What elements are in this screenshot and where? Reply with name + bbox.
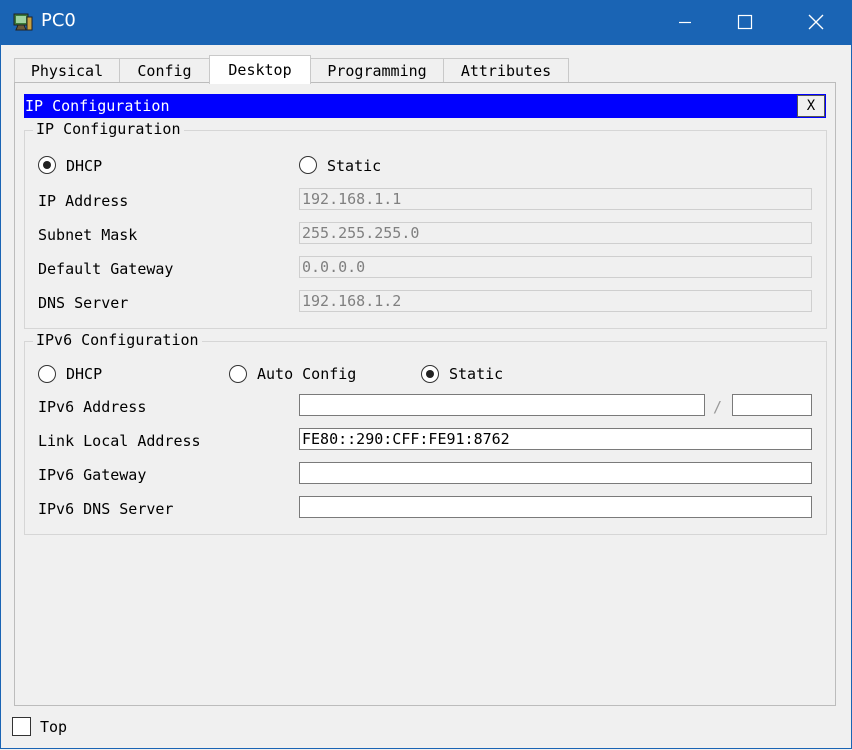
radio-selected-dot [43, 161, 51, 169]
packet-tracer-pc-icon [13, 13, 33, 31]
minimize-button[interactable] [662, 0, 708, 45]
default-gateway-field[interactable]: 0.0.0.0 [299, 256, 812, 278]
prefix-separator: / [713, 398, 723, 416]
tab-attributes[interactable]: Attributes [443, 58, 569, 83]
tab-physical[interactable]: Physical [14, 58, 120, 83]
dns-server-label: DNS Server [38, 294, 129, 312]
title-bar[interactable]: PC0 [0, 0, 852, 45]
ipv6-dns-server-field[interactable] [299, 496, 812, 518]
link-local-address-label: Link Local Address [38, 432, 201, 450]
ipv6-gateway-field[interactable] [299, 462, 812, 484]
panel-close-button[interactable]: X [797, 95, 825, 117]
default-gateway-label: Default Gateway [38, 260, 174, 278]
ipv6-dns-server-label: IPv6 DNS Server [38, 500, 174, 518]
maximize-button[interactable] [722, 0, 768, 45]
close-button[interactable] [793, 0, 839, 45]
tab-config[interactable]: Config [119, 58, 210, 83]
subnet-mask-label: Subnet Mask [38, 226, 138, 244]
subnet-mask-field[interactable]: 255.255.255.0 [299, 222, 812, 244]
ipv6-address-label: IPv6 Address [38, 398, 147, 416]
ipv6-static-radio[interactable] [421, 365, 439, 383]
link-local-address-field[interactable]: FE80::290:CFF:FE91:8762 [299, 428, 812, 450]
panel-title: IP Configuration [25, 97, 170, 115]
maximize-icon [737, 14, 753, 30]
top-checkbox-label[interactable]: Top [40, 718, 67, 736]
ipv6-gateway-label: IPv6 Gateway [38, 466, 147, 484]
ipv4-dhcp-label[interactable]: DHCP [66, 157, 102, 175]
ipv6-static-label[interactable]: Static [449, 365, 503, 383]
ipv4-legend: IP Configuration [33, 120, 184, 138]
ipv4-static-label[interactable]: Static [327, 157, 381, 175]
minimize-icon [679, 21, 691, 24]
ipv6-dhcp-label[interactable]: DHCP [66, 365, 102, 383]
ipv4-dhcp-radio[interactable] [38, 156, 56, 174]
window-title: PC0 [41, 10, 76, 31]
tab-desktop[interactable]: Desktop [209, 55, 311, 84]
ipv6-auto-config-radio[interactable] [229, 365, 247, 383]
top-checkbox[interactable] [12, 717, 31, 736]
ipv6-auto-config-label[interactable]: Auto Config [257, 365, 356, 383]
ip-address-field[interactable]: 192.168.1.1 [299, 188, 812, 210]
ipv6-legend: IPv6 Configuration [33, 331, 202, 349]
ip-address-label: IP Address [38, 192, 129, 210]
panel-header: IP Configuration X [24, 94, 826, 118]
ipv4-static-radio[interactable] [299, 156, 317, 174]
radio-selected-dot [426, 370, 434, 378]
dns-server-field[interactable]: 192.168.1.2 [299, 290, 812, 312]
ipv6-prefix-length-field[interactable] [732, 394, 812, 416]
ipv6-address-field[interactable] [299, 394, 705, 416]
tab-programming[interactable]: Programming [310, 58, 444, 83]
ipv6-dhcp-radio[interactable] [38, 365, 56, 383]
close-icon [808, 14, 824, 30]
